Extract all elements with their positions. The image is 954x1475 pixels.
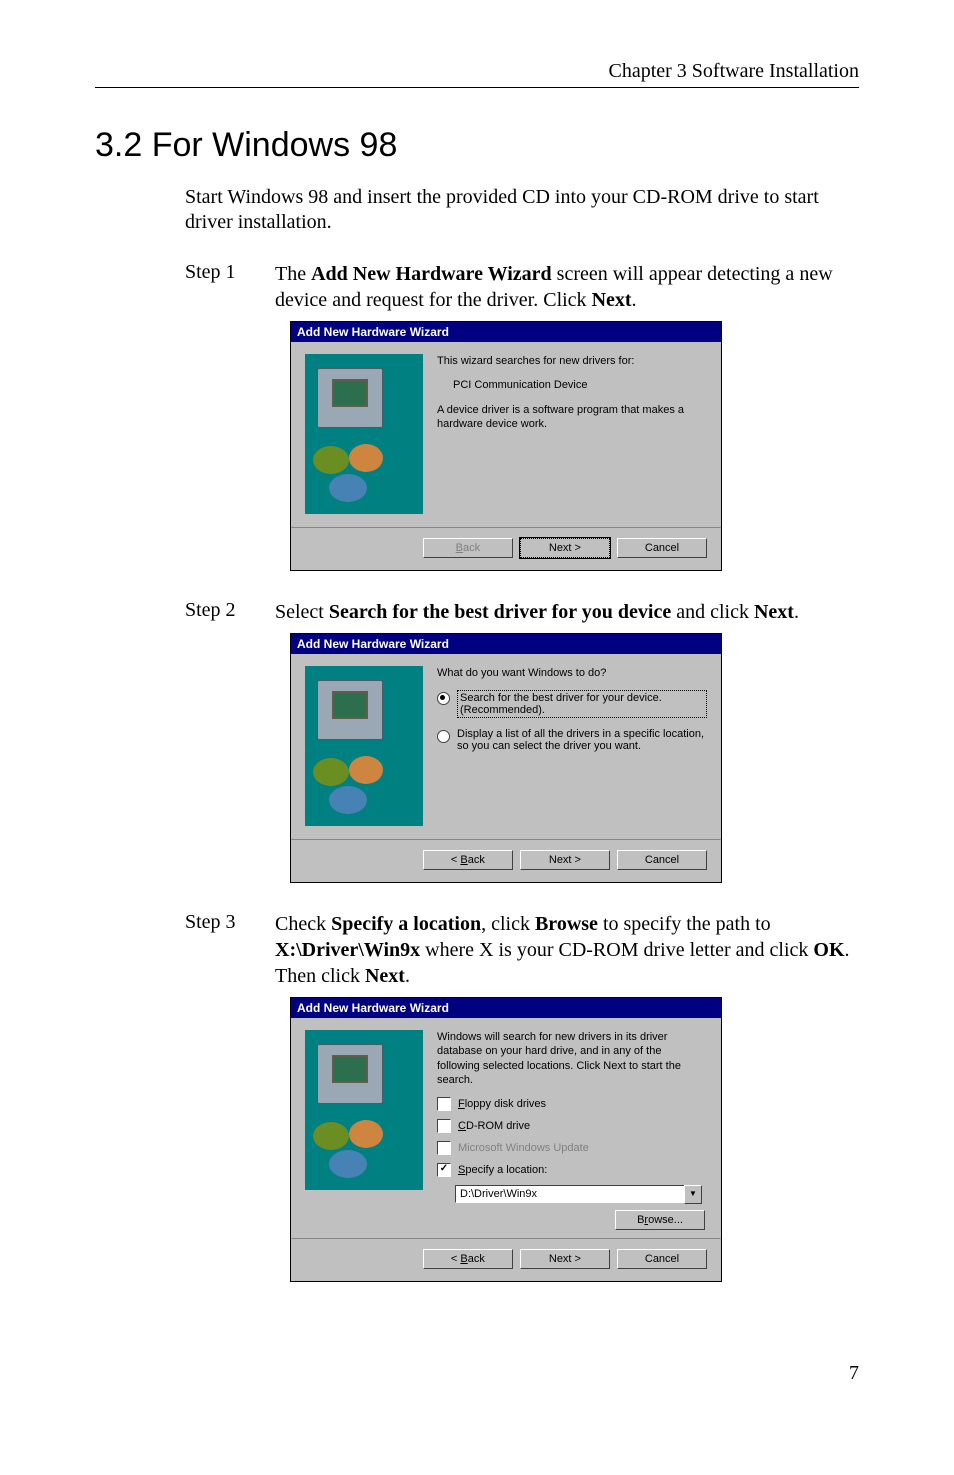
bold: Add New Hardware Wizard bbox=[311, 263, 552, 285]
wizard-3-figure: Add New Hardware Wizard Windows will sea… bbox=[290, 997, 859, 1282]
text: . bbox=[794, 601, 799, 623]
step-1: Step 1 The Add New Hardware Wizard scree… bbox=[185, 261, 859, 313]
checkbox-specify[interactable]: Specify a location: bbox=[437, 1163, 707, 1177]
back-button: Back bbox=[423, 538, 513, 558]
wizard-1: Add New Hardware Wizard This wizard sear… bbox=[290, 321, 722, 571]
checkbox-floppy[interactable]: Floppy disk drives bbox=[437, 1097, 707, 1111]
intro-paragraph: Start Windows 98 and insert the provided… bbox=[185, 185, 859, 235]
radio-option-2[interactable]: Display a list of all the drivers in a s… bbox=[437, 728, 707, 752]
section-heading: 3.2 For Windows 98 bbox=[95, 126, 859, 165]
radio-label: Display a list of all the drivers in a s… bbox=[457, 728, 707, 752]
checkbox-label: Floppy disk drives bbox=[458, 1098, 546, 1110]
checkbox-label: Specify a location: bbox=[458, 1164, 547, 1176]
wizard-titlebar: Add New Hardware Wizard bbox=[291, 322, 721, 342]
step-3-label: Step 3 bbox=[185, 911, 275, 989]
wizard-graphic bbox=[305, 666, 423, 826]
back-button[interactable]: < Back bbox=[423, 1249, 513, 1269]
step-2-label: Step 2 bbox=[185, 599, 275, 625]
text: Check bbox=[275, 913, 331, 935]
wizard-1-figure: Add New Hardware Wizard This wizard sear… bbox=[290, 321, 859, 571]
wizard-titlebar: Add New Hardware Wizard bbox=[291, 634, 721, 654]
text: to specify the path to bbox=[598, 913, 771, 935]
radio-label: Search for the best driver for your devi… bbox=[457, 690, 707, 718]
radio-icon bbox=[437, 730, 450, 743]
wizard-2-figure: Add New Hardware Wizard What do you want… bbox=[290, 633, 859, 883]
step-2-body: Select Search for the best driver for yo… bbox=[275, 599, 859, 625]
bold: Next bbox=[365, 965, 405, 987]
checkbox-icon bbox=[437, 1163, 451, 1177]
wizard1-line2: PCI Communication Device bbox=[453, 378, 707, 392]
wizard-button-row: Back Next > Cancel bbox=[291, 527, 721, 570]
text: . bbox=[632, 289, 637, 311]
wizard2-prompt: What do you want Windows to do? bbox=[437, 666, 707, 680]
step-1-label: Step 1 bbox=[185, 261, 275, 313]
checkbox-icon bbox=[437, 1119, 451, 1133]
text: and click bbox=[671, 601, 754, 623]
page-number: 7 bbox=[95, 1362, 859, 1385]
back-button[interactable]: < Back bbox=[423, 850, 513, 870]
cancel-button[interactable]: Cancel bbox=[617, 1249, 707, 1269]
bold: Search for the best driver for you devic… bbox=[329, 601, 671, 623]
text: . bbox=[405, 965, 410, 987]
radio-option-1[interactable]: Search for the best driver for your devi… bbox=[437, 690, 707, 718]
bold: Specify a location bbox=[331, 913, 481, 935]
wizard-graphic bbox=[305, 1030, 423, 1190]
bold: Next bbox=[592, 289, 632, 311]
checkbox-icon bbox=[437, 1097, 451, 1111]
radio-icon bbox=[437, 692, 450, 705]
bold: X:\Driver\Win9x bbox=[275, 939, 420, 961]
checkbox-label: Microsoft Windows Update bbox=[458, 1142, 589, 1154]
step-3: Step 3 Check Specify a location, click B… bbox=[185, 911, 859, 989]
wizard-button-row: < Back Next > Cancel bbox=[291, 1238, 721, 1281]
dropdown-arrow-icon[interactable]: ▼ bbox=[684, 1185, 702, 1204]
step-2: Step 2 Select Search for the best driver… bbox=[185, 599, 859, 625]
checkbox-label: CD-ROM drive bbox=[458, 1120, 530, 1132]
step-3-body: Check Specify a location, click Browse t… bbox=[275, 911, 859, 989]
cancel-button[interactable]: Cancel bbox=[617, 538, 707, 558]
browse-button[interactable]: Browse... bbox=[615, 1210, 705, 1230]
wizard1-line3: A device driver is a software program th… bbox=[437, 403, 707, 432]
cancel-button[interactable]: Cancel bbox=[617, 850, 707, 870]
checkbox-icon bbox=[437, 1141, 451, 1155]
wizard1-line1: This wizard searches for new drivers for… bbox=[437, 354, 707, 368]
text: Select bbox=[275, 601, 329, 623]
wizard-content: What do you want Windows to do? Search f… bbox=[437, 666, 707, 831]
wizard-content: Windows will search for new drivers in i… bbox=[437, 1030, 707, 1230]
running-header: Chapter 3 Software Installation bbox=[95, 60, 859, 88]
next-button[interactable]: Next > bbox=[520, 850, 610, 870]
wizard-content: This wizard searches for new drivers for… bbox=[437, 354, 707, 519]
wizard-graphic bbox=[305, 354, 423, 514]
text: where X is your CD-ROM drive letter and … bbox=[420, 939, 813, 961]
path-input[interactable]: D:\Driver\Win9x bbox=[455, 1185, 685, 1203]
path-row: D:\Driver\Win9x▼ bbox=[437, 1185, 707, 1204]
step-1-body: The Add New Hardware Wizard screen will … bbox=[275, 261, 859, 313]
wizard3-intro: Windows will search for new drivers in i… bbox=[437, 1030, 707, 1087]
wizard-titlebar: Add New Hardware Wizard bbox=[291, 998, 721, 1018]
next-button[interactable]: Next > bbox=[520, 1249, 610, 1269]
bold: Browse bbox=[535, 913, 598, 935]
bold: Next bbox=[754, 601, 794, 623]
checkbox-cdrom[interactable]: CD-ROM drive bbox=[437, 1119, 707, 1133]
next-button[interactable]: Next > bbox=[520, 538, 610, 558]
bold: OK bbox=[813, 939, 844, 961]
checkbox-msupdate: Microsoft Windows Update bbox=[437, 1141, 707, 1155]
text: , click bbox=[481, 913, 535, 935]
text: The bbox=[275, 263, 311, 285]
wizard-button-row: < Back Next > Cancel bbox=[291, 839, 721, 882]
wizard-2: Add New Hardware Wizard What do you want… bbox=[290, 633, 722, 883]
wizard-3: Add New Hardware Wizard Windows will sea… bbox=[290, 997, 722, 1282]
